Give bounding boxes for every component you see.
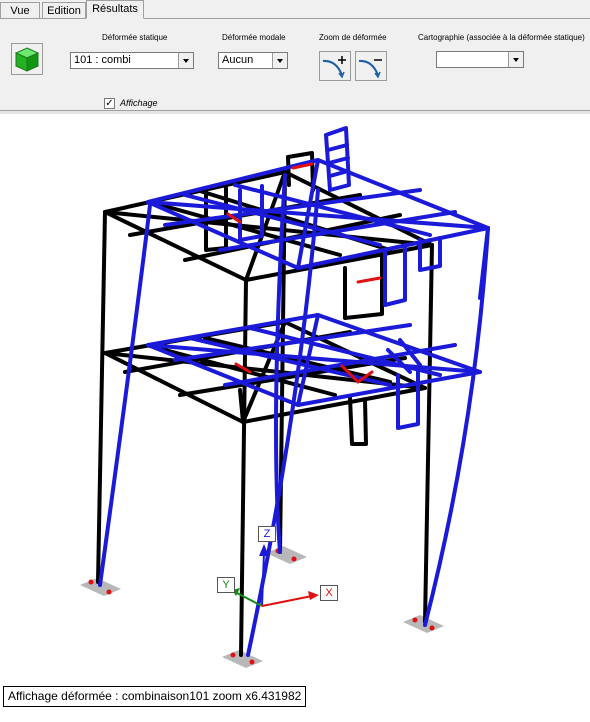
supports xyxy=(80,546,444,668)
green-cube-icon xyxy=(14,47,40,72)
deformee-modale-label: Déformée modale xyxy=(222,33,286,42)
3d-view-button[interactable] xyxy=(11,43,43,75)
tab-vue[interactable]: Vue xyxy=(0,2,40,18)
results-toolbar: Déformée statique 101 : combi ✓ Affichag… xyxy=(0,19,590,110)
affichage-label: Affichage xyxy=(120,98,158,108)
structure-drawing[interactable] xyxy=(0,114,590,717)
tab-bar: Vue Edition Résultats xyxy=(0,0,590,19)
zoom-minus-curve-icon xyxy=(358,59,382,79)
zoom-in-deformation-button[interactable] xyxy=(319,51,351,81)
deformee-statique-select[interactable]: 101 : combi xyxy=(70,52,194,69)
deformee-statique-value: 101 : combi xyxy=(74,54,131,66)
x-axis-label: X xyxy=(320,585,338,601)
tab-edition[interactable]: Edition xyxy=(42,2,86,18)
z-axis-label: Z xyxy=(258,526,276,542)
chevron-down-icon[interactable] xyxy=(508,52,523,67)
deformee-modale-select[interactable]: Aucun xyxy=(218,52,288,69)
chevron-down-icon[interactable] xyxy=(178,53,193,68)
structure-3d-viewport[interactable]: Z Y X xyxy=(0,114,590,717)
affichage-checkbox[interactable]: ✓ xyxy=(104,98,115,109)
cartographie-label: Cartographie (associée à la déformée sta… xyxy=(418,33,585,42)
cartographie-select[interactable] xyxy=(436,51,524,68)
zoom-deformee-label: Zoom de déformée xyxy=(319,33,387,42)
tab-resultats[interactable]: Résultats xyxy=(86,0,144,19)
zoom-plus-curve-icon xyxy=(322,56,346,79)
status-label: Affichage déformée : combinaison101 zoom… xyxy=(3,686,307,707)
y-axis-label: Y xyxy=(217,577,235,593)
deformee-statique-label: Déformée statique xyxy=(102,33,168,42)
support-plate xyxy=(266,546,307,564)
zoom-out-deformation-button[interactable] xyxy=(355,51,387,81)
deformee-modale-value: Aucun xyxy=(222,54,254,66)
chevron-down-icon[interactable] xyxy=(272,53,287,68)
